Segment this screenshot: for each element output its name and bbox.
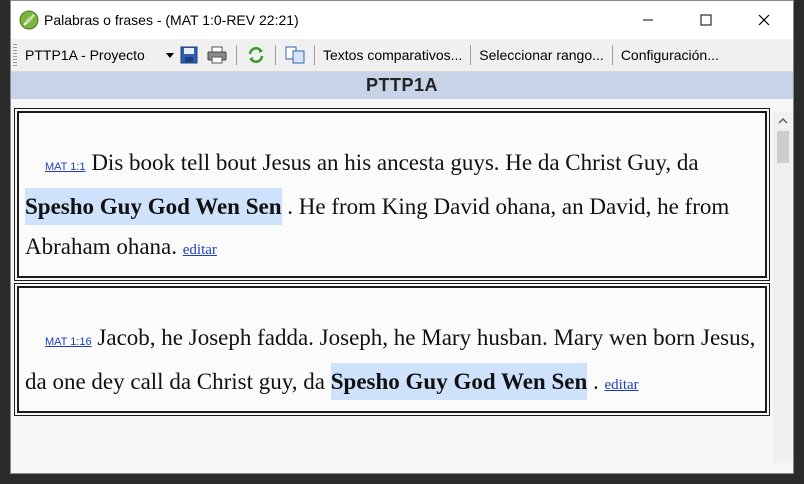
verse-reference-link[interactable]: MAT 1:1 (45, 161, 86, 173)
chevron-up-icon (778, 117, 788, 124)
toolbar-separator (275, 45, 276, 65)
project-header: PTTP1A (11, 72, 793, 99)
verse-text: Dis book tell bout Jesus an his ancesta … (91, 150, 699, 175)
copy-icon (285, 46, 305, 64)
verse-text: . (587, 369, 605, 394)
refresh-icon (248, 47, 264, 63)
close-button[interactable] (735, 1, 793, 39)
scroll-up-button[interactable] (773, 111, 793, 131)
minimize-icon (643, 19, 653, 21)
vertical-scrollbar[interactable] (773, 111, 793, 463)
window-title: Palabras o frases - (MAT 1:0-REV 22:21) (44, 12, 299, 28)
minimize-button[interactable] (619, 1, 677, 39)
chevron-down-icon (166, 53, 174, 58)
refresh-button[interactable] (245, 44, 267, 66)
printer-icon (207, 46, 227, 64)
toolbar-separator (470, 45, 472, 65)
configuration-button[interactable]: Configuración... (618, 47, 722, 63)
scrollbar-thumb[interactable] (777, 131, 789, 163)
save-icon (180, 46, 198, 64)
title-bar[interactable]: Palabras o frases - (MAT 1:0-REV 22:21) (11, 1, 793, 39)
toolbar-separator (236, 45, 237, 65)
select-range-button[interactable]: Seleccionar rango... (476, 47, 607, 63)
window-controls (619, 1, 793, 39)
comparative-texts-button[interactable]: Textos comparativos... (320, 47, 465, 63)
project-header-title: PTTP1A (365, 75, 438, 95)
project-select[interactable]: PTTP1A - Proyecto (21, 43, 175, 67)
toolbar-separator (611, 45, 613, 65)
result-entry: MAT 1:1 Dis book tell bout Jesus an his … (14, 108, 770, 281)
maximize-button[interactable] (677, 1, 735, 39)
project-select-label: PTTP1A - Proyecto (25, 47, 145, 63)
edit-link[interactable]: editar (605, 377, 639, 393)
highlighted-phrase: Spesho Guy God Wen Sen (330, 363, 588, 400)
highlighted-phrase: Spesho Guy God Wen Sen (25, 188, 282, 225)
close-icon (758, 14, 770, 26)
results-list: MAT 1:1 Dis book tell bout Jesus an his … (14, 108, 770, 421)
edit-link[interactable]: editar (183, 242, 217, 258)
save-button[interactable] (178, 44, 200, 66)
maximize-icon (700, 14, 712, 26)
result-entry: MAT 1:16 Jacob, he Joseph fadda. Joseph,… (14, 283, 770, 416)
print-button[interactable] (206, 44, 228, 66)
copy-button[interactable] (284, 44, 306, 66)
results-pane: MAT 1:1 Dis book tell bout Jesus an his … (11, 99, 793, 473)
toolbar: PTTP1A - Proyecto Textos comparativos...… (11, 39, 793, 72)
toolbar-grip[interactable] (13, 44, 17, 66)
verse-reference-link[interactable]: MAT 1:16 (45, 336, 92, 348)
app-window: Palabras o frases - (MAT 1:0-REV 22:21) … (10, 0, 794, 474)
toolbar-separator (314, 45, 315, 65)
app-leaf-icon (19, 10, 39, 30)
